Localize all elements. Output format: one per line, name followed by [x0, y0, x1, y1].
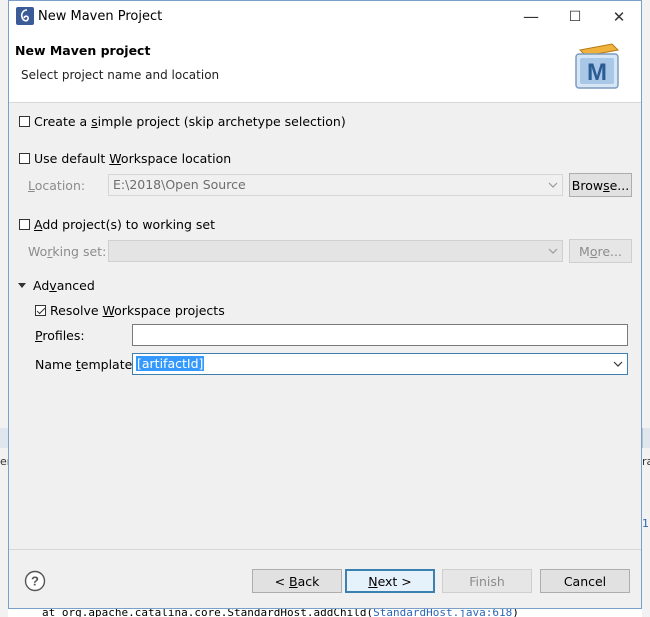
default-workspace-label: Use default Workspace location	[34, 151, 232, 166]
back-button[interactable]: < Back	[252, 569, 342, 593]
background-text-left: er	[0, 455, 12, 468]
maven-logo-letter: M	[587, 59, 607, 86]
footer-separator	[9, 549, 641, 550]
working-set-label: Working set:	[28, 244, 107, 259]
simple-project-checkbox[interactable]	[19, 116, 30, 127]
next-button[interactable]: Next >	[345, 569, 435, 593]
location-combo[interactable]: E:\2018\Open Source	[108, 174, 563, 196]
background-text-right: ra	[642, 455, 650, 468]
working-set-combo[interactable]	[108, 240, 563, 262]
resolve-workspace-checkbox[interactable]	[35, 305, 46, 316]
expand-triangle-icon	[18, 283, 26, 288]
svg-text:?: ?	[31, 574, 39, 589]
working-set-check-label: Add project(s) to working set	[34, 217, 215, 232]
name-template-value: [artifactId]	[136, 356, 205, 371]
default-workspace-checkbox-row[interactable]: Use default Workspace location	[19, 151, 231, 166]
profiles-label: Profiles:	[35, 328, 85, 343]
more-button[interactable]: Mo re...	[569, 239, 632, 263]
working-set-checkbox[interactable]	[19, 219, 30, 230]
browse-button[interactable]: Brow s e...	[569, 173, 632, 197]
eclipse-app-icon	[16, 7, 34, 25]
simple-project-checkbox-row[interactable]: Create a simple project (skip archetype …	[19, 114, 346, 129]
title-bar[interactable]: New Maven Project — ☐ ✕	[9, 1, 641, 32]
cancel-button[interactable]: Cancel	[540, 569, 630, 593]
minimize-button[interactable]: —	[509, 1, 553, 32]
location-label: Location:	[28, 178, 86, 193]
page-subtitle: Select project name and location	[21, 68, 220, 82]
close-button[interactable]: ✕	[597, 1, 641, 32]
profiles-input[interactable]	[132, 324, 628, 346]
name-template-combo[interactable]: [artifactId]	[132, 353, 628, 375]
background-tab-right	[642, 428, 650, 448]
page-title: New Maven project	[15, 43, 151, 58]
default-workspace-checkbox[interactable]	[19, 153, 30, 164]
chevron-down-icon[interactable]	[613, 359, 623, 369]
maximize-button[interactable]: ☐	[553, 1, 597, 32]
background-link-right: 1	[642, 517, 649, 530]
finish-button[interactable]: Finish	[442, 569, 532, 593]
resolve-workspace-checkbox-row[interactable]: Resolve Workspace projects	[35, 303, 225, 318]
advanced-label: Advanced	[33, 278, 95, 293]
chevron-down-icon	[548, 248, 558, 254]
location-value: E:\2018\Open Source	[113, 177, 246, 192]
chevron-down-icon	[548, 182, 558, 188]
resolve-workspace-label: Resolve Workspace projects	[50, 303, 225, 318]
help-icon[interactable]: ?	[24, 570, 46, 592]
background-ide-left	[0, 0, 8, 617]
working-set-checkbox-row[interactable]: Add project(s) to working set	[19, 217, 215, 232]
simple-project-label: Create a simple project (skip archetype …	[34, 114, 346, 129]
name-template-label: Name template:	[35, 357, 137, 372]
new-maven-project-dialog: New Maven Project — ☐ ✕ New Maven projec…	[8, 0, 642, 609]
advanced-toggle[interactable]: Advanced	[18, 278, 95, 293]
window-title: New Maven Project	[38, 9, 163, 24]
wizard-banner: New Maven project Select project name an…	[9, 32, 641, 103]
maven-logo-icon: M	[575, 43, 620, 89]
